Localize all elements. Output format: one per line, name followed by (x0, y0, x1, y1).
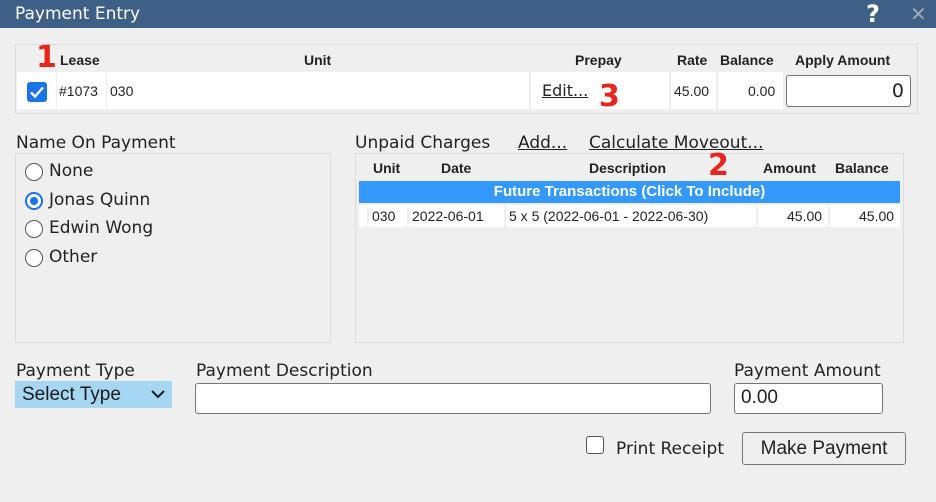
radio-none-button[interactable] (25, 163, 43, 181)
unpaid-charges-label: Unpaid Charges (355, 133, 491, 153)
charge-amount: 45.00 (787, 208, 823, 224)
charge-unit: 030 (372, 208, 396, 224)
print-receipt-checkbox[interactable] (586, 436, 604, 454)
apply-amount-header: Apply Amount (795, 52, 891, 68)
window-title: Payment Entry (15, 4, 141, 24)
payment-amount-input[interactable]: 0.00 (734, 383, 883, 414)
annotation-1: 1 (36, 40, 57, 75)
print-receipt-label: Print Receipt (616, 439, 725, 459)
payment-type-select[interactable]: Select Type (15, 381, 172, 408)
check-icon (30, 86, 44, 99)
annotation-2: 2 (708, 148, 729, 183)
lease-select-checkbox[interactable] (27, 82, 47, 102)
payment-type-label: Payment Type (16, 361, 135, 381)
lease-row-cell (107, 72, 529, 109)
chevron-down-icon (150, 381, 166, 416)
unit-header: Unit (304, 52, 332, 68)
lease-rate: 45.00 (674, 83, 710, 99)
radio-jonas-quinn-button[interactable] (25, 192, 43, 210)
radio-label: Edwin Wong (49, 218, 154, 238)
future-transactions-bar[interactable]: Future Transactions (Click To Include) (359, 181, 900, 203)
charge-balance: 45.00 (859, 208, 895, 224)
charge-date: 2022-06-01 (412, 208, 484, 224)
prepay-edit-link[interactable]: Edit... (542, 81, 588, 100)
payment-description-input[interactable] (195, 383, 711, 414)
unpaid-row-cell (359, 205, 367, 227)
title-bar: Payment Entry ? ✕ (0, 0, 936, 28)
charge-description: 5 x 5 (2022-06-01 - 2022-06-30) (509, 208, 709, 224)
calculate-moveout-link[interactable]: Calculate Moveout... (589, 133, 763, 153)
payment-description-label: Payment Description (196, 361, 373, 381)
unpaid-balance-header: Balance (835, 160, 889, 176)
unpaid-unit-header: Unit (373, 160, 401, 176)
lease-number: #1073 (59, 83, 98, 99)
balance-header: Balance (720, 52, 774, 68)
radio-edwin-wong-button[interactable] (25, 220, 43, 238)
annotation-3: 3 (599, 79, 620, 114)
name-on-payment-label: Name On Payment (16, 133, 176, 153)
unpaid-description-header: Description (589, 160, 667, 176)
radio-other-button[interactable] (25, 249, 43, 267)
unpaid-date-header: Date (441, 160, 472, 176)
radio-label: None (49, 161, 94, 181)
radio-label: Other (49, 247, 98, 267)
lease-balance: 0.00 (748, 83, 776, 99)
unpaid-amount-header: Amount (763, 160, 816, 176)
payment-type-value: Select Type (22, 384, 121, 405)
apply-amount-input[interactable]: 0 (786, 75, 911, 107)
radio-label: Jonas Quinn (49, 190, 151, 210)
prepay-header: Prepay (575, 52, 622, 68)
close-icon[interactable]: ✕ (910, 2, 927, 26)
help-icon[interactable]: ? (866, 0, 880, 28)
payment-amount-label: Payment Amount (734, 361, 881, 381)
lease-header: Lease (60, 52, 100, 68)
rate-header: Rate (677, 52, 708, 68)
make-payment-button[interactable]: Make Payment (742, 432, 906, 465)
add-charge-link[interactable]: Add... (518, 133, 567, 153)
lease-unit: 030 (110, 83, 134, 99)
